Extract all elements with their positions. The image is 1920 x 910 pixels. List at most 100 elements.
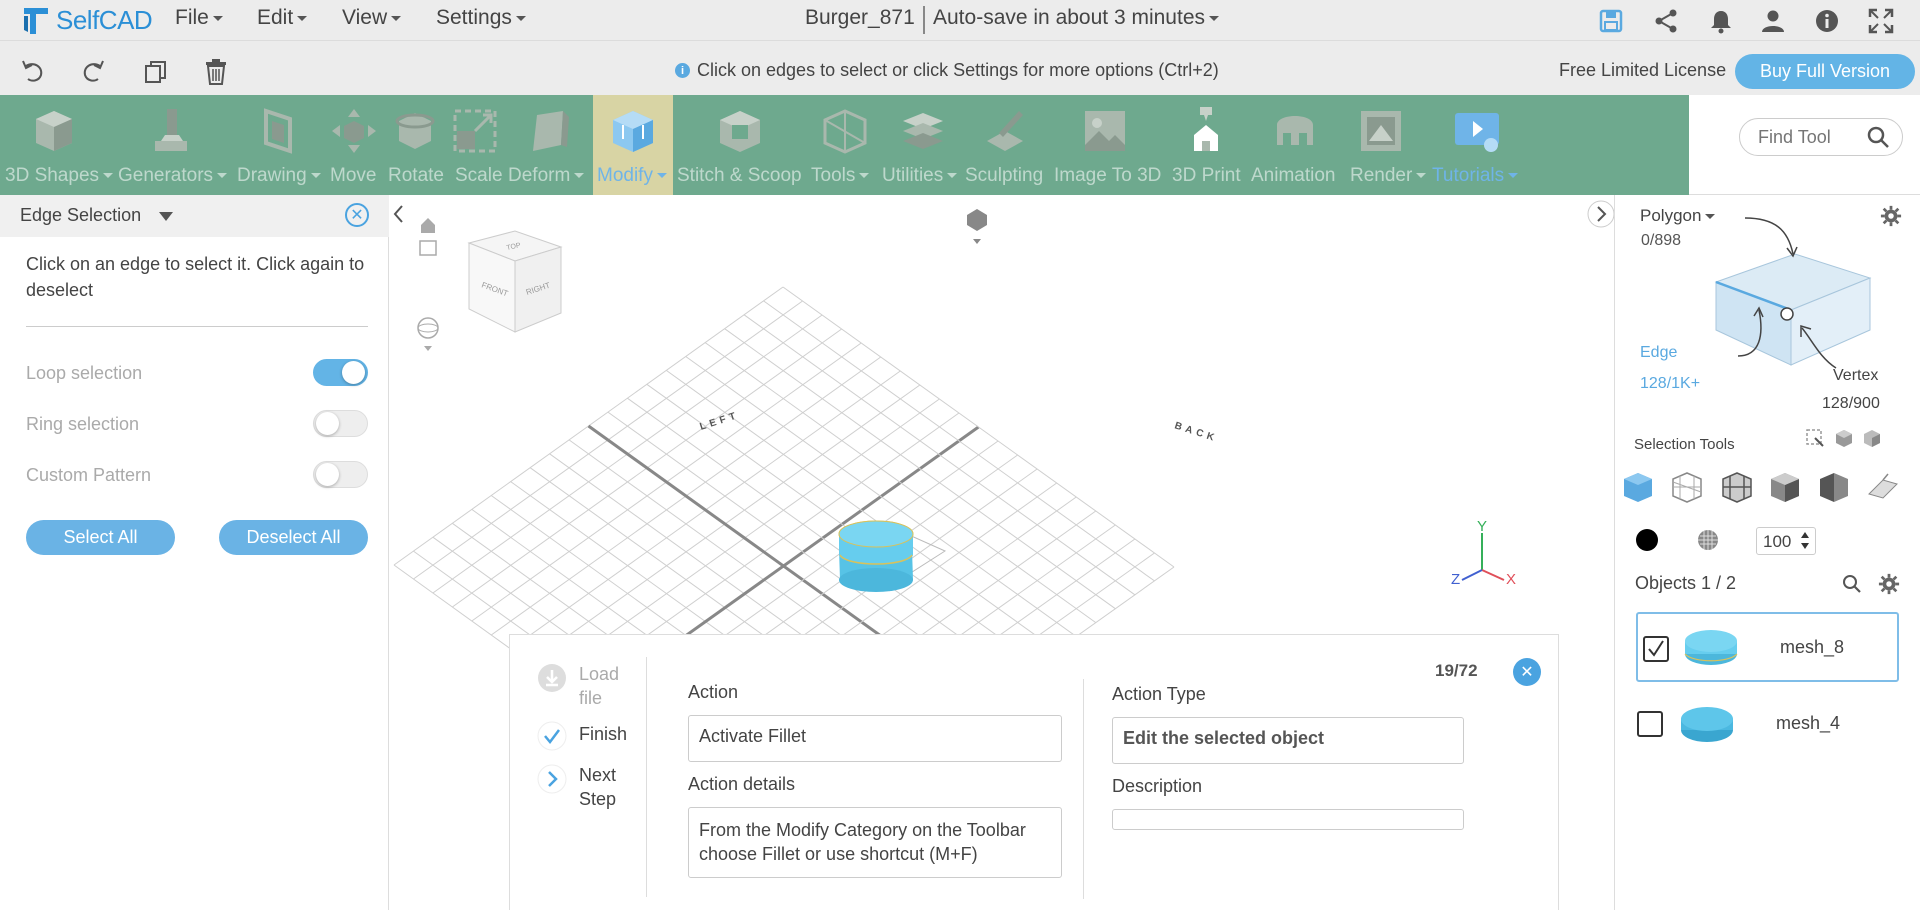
sculpting-icon <box>987 111 1023 151</box>
object-row-mesh-8[interactable]: mesh_8 <box>1636 612 1899 682</box>
tool-3d-print[interactable]: 3D Print <box>1162 95 1250 195</box>
select-solid-icon[interactable] <box>1768 470 1802 504</box>
info-icon[interactable] <box>1814 8 1840 34</box>
redo-icon[interactable] <box>80 58 106 86</box>
tool-stitch-scoop[interactable]: Stitch & Scoop <box>673 95 806 195</box>
home-icon[interactable] <box>421 218 435 233</box>
save-icon[interactable] <box>1598 8 1624 34</box>
select-mesh-icon[interactable] <box>1670 470 1704 504</box>
tool-3d-shapes[interactable]: 3D Shapes <box>0 95 114 195</box>
tool-label: 3D Shapes <box>5 165 114 187</box>
tool-image-to-3d[interactable]: Image To 3D <box>1048 95 1162 195</box>
stepper-down-icon[interactable] <box>1801 543 1809 549</box>
menu-view[interactable]: View <box>342 6 402 30</box>
opacity-stepper[interactable]: 100 <box>1756 527 1816 555</box>
download-icon[interactable] <box>537 663 567 693</box>
tool-label: Deform <box>508 165 585 187</box>
select-all-button[interactable]: Select All <box>26 520 175 555</box>
panel-title[interactable]: Edge Selection <box>20 205 141 226</box>
autosave-status[interactable]: Auto-save in about 3 minutes <box>933 6 1219 30</box>
description-label: Description <box>1112 776 1203 796</box>
share-icon[interactable] <box>1653 8 1679 34</box>
selection-mode-diagram[interactable] <box>1660 210 1880 375</box>
tool-drawing[interactable]: Drawing <box>233 95 323 195</box>
select-grid-icon[interactable] <box>1720 470 1754 504</box>
tool-animation[interactable]: Animation <box>1250 95 1340 195</box>
menu-edit[interactable]: Edit <box>257 6 308 30</box>
action-type-label: Action Type <box>1112 684 1206 704</box>
custom-pattern-toggle[interactable] <box>313 461 368 488</box>
fullscreen-icon[interactable] <box>1868 8 1894 34</box>
utilities-icon <box>903 113 943 149</box>
texture-icon[interactable] <box>1696 528 1720 552</box>
tool-scale[interactable]: Scale <box>445 95 505 195</box>
chevron-right-icon[interactable] <box>537 764 567 794</box>
action-type-field[interactable]: Edit the selected object <box>1112 717 1464 764</box>
camera-view-icon[interactable] <box>967 209 987 231</box>
user-icon[interactable] <box>1760 8 1786 34</box>
object-thumbnail <box>1684 630 1738 665</box>
edge-selection-panel: Edge Selection ✕ Click on an edge to sel… <box>0 195 389 910</box>
document-name[interactable]: Burger_871 <box>805 6 915 30</box>
tool-move[interactable]: Move <box>323 95 385 195</box>
load-file-step[interactable]: Load file <box>579 662 627 710</box>
object-checkbox[interactable] <box>1637 711 1663 737</box>
app-logo[interactable]: SelfCAD <box>20 2 153 38</box>
action-details-field[interactable]: From the Modify Category on the Toolbar … <box>688 807 1062 878</box>
tool-generators[interactable]: Generators <box>108 95 233 195</box>
tool-modify[interactable]: Modify <box>593 95 673 195</box>
chevron-down-icon[interactable] <box>159 212 173 221</box>
action-field[interactable]: Activate Fillet <box>688 715 1062 762</box>
tool-deform[interactable]: Deform <box>505 95 593 195</box>
buy-full-version-button[interactable]: Buy Full Version <box>1735 54 1915 89</box>
finish-step[interactable]: Finish <box>579 724 627 745</box>
tool-rotate[interactable]: Rotate <box>385 95 445 195</box>
tool-tools[interactable]: Tools <box>806 95 884 195</box>
description-field[interactable] <box>1112 809 1464 830</box>
close-icon[interactable]: ✕ <box>1513 658 1541 686</box>
menu-settings[interactable]: Settings <box>436 6 526 30</box>
menu-file[interactable]: File <box>175 6 223 30</box>
bell-icon[interactable] <box>1708 8 1734 34</box>
tool-label: Drawing <box>237 165 321 187</box>
orbit-icon[interactable] <box>417 317 439 339</box>
find-tool-input[interactable] <box>1758 127 1858 148</box>
find-tool-search[interactable] <box>1739 118 1903 156</box>
tool-sculpting[interactable]: Sculpting <box>962 95 1048 195</box>
search-icon[interactable] <box>1866 125 1890 149</box>
chevron-down-icon <box>656 173 667 179</box>
select-faces-icon[interactable] <box>1834 428 1854 448</box>
axis-z-label: Z <box>1451 571 1460 588</box>
check-icon[interactable] <box>537 721 567 751</box>
fit-view-icon[interactable] <box>419 240 437 256</box>
select-half-icon[interactable] <box>1817 470 1851 504</box>
search-icon[interactable] <box>1842 574 1862 594</box>
vertex-mode-label[interactable]: Vertex <box>1833 367 1878 385</box>
collapse-right-icon[interactable] <box>1587 200 1614 228</box>
deselect-all-button[interactable]: Deselect All <box>219 520 368 555</box>
ring-selection-toggle[interactable] <box>313 410 368 437</box>
select-cube-icon[interactable] <box>1621 470 1655 504</box>
next-step[interactable]: Next Step <box>579 763 629 811</box>
gear-icon[interactable] <box>1878 573 1900 595</box>
select-object-icon[interactable] <box>1862 428 1882 448</box>
tool-render[interactable]: Render <box>1340 95 1427 195</box>
object-row-mesh-4[interactable]: mesh_4 <box>1636 690 1899 760</box>
edge-mode-label[interactable]: Edge <box>1640 344 1677 362</box>
stepper-up-icon[interactable] <box>1801 532 1809 538</box>
select-box-icon[interactable] <box>1805 428 1825 448</box>
tool-utilities[interactable]: Utilities <box>882 95 962 195</box>
mesh-object[interactable] <box>838 520 947 592</box>
undo-icon[interactable] <box>20 58 46 86</box>
tool-tutorials[interactable]: Tutorials <box>1422 95 1532 195</box>
copy-icon[interactable] <box>143 58 169 86</box>
gear-icon[interactable] <box>1880 205 1902 227</box>
collapse-left-icon[interactable] <box>393 205 403 223</box>
select-plane-icon[interactable] <box>1866 470 1900 504</box>
trash-icon[interactable] <box>203 58 229 86</box>
object-checkbox[interactable] <box>1643 636 1669 662</box>
loop-selection-toggle[interactable] <box>313 359 368 386</box>
color-swatch[interactable] <box>1636 529 1658 551</box>
scale-icon <box>453 109 497 153</box>
close-icon[interactable]: ✕ <box>345 203 369 227</box>
